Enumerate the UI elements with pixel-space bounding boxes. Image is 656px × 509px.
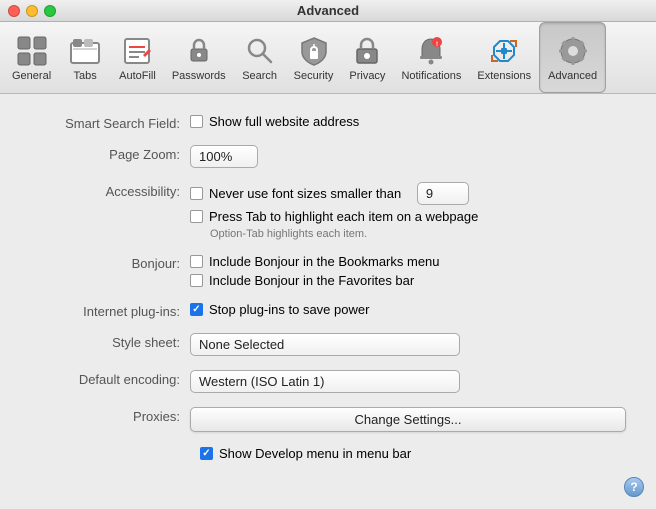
bonjour-label: Bonjour:	[30, 254, 190, 271]
bonjour-control: Include Bonjour in the Bookmarks menu In…	[190, 254, 626, 288]
stylesheet-label: Style sheet:	[30, 333, 190, 350]
proxies-row: Proxies: Change Settings...	[30, 407, 626, 432]
fontsize-checkbox[interactable]	[190, 187, 203, 200]
develop-menu-label: Show Develop menu in menu bar	[219, 446, 411, 461]
develop-menu-row: Show Develop menu in menu bar	[200, 446, 626, 461]
stop-plugins-row: Stop plug-ins to save power	[190, 302, 626, 317]
accessibility-control: Never use font sizes smaller than 9 10 1…	[190, 182, 626, 240]
smart-search-checkbox[interactable]	[190, 115, 203, 128]
bonjour-bookmarks-checkbox[interactable]	[190, 255, 203, 268]
minimize-button[interactable]	[26, 5, 38, 17]
fontsize-row: Never use font sizes smaller than 9 10 1…	[190, 182, 626, 205]
stylesheet-row: Style sheet: None Selected	[30, 333, 626, 356]
security-icon	[298, 35, 330, 67]
notifications-label: Notifications	[401, 70, 461, 82]
search-label: Search	[242, 70, 277, 82]
proxies-label: Proxies:	[30, 407, 190, 424]
stylesheet-wrapper: None Selected	[190, 333, 626, 356]
security-label: Security	[294, 70, 334, 82]
page-zoom-row: Page Zoom: 75% 85% 100% 115% 125% 150% 1…	[30, 145, 626, 168]
extensions-label: Extensions	[477, 70, 531, 82]
smart-search-row: Smart Search Field: Show full website ad…	[30, 114, 626, 131]
toolbar: General Tabs AutoFill	[0, 22, 656, 94]
encoding-row: Default encoding: Western (ISO Latin 1) …	[30, 370, 626, 393]
toolbar-item-autofill[interactable]: AutoFill	[111, 22, 164, 93]
bonjour-bookmarks-row: Include Bonjour in the Bookmarks menu	[190, 254, 626, 269]
plugins-row: Internet plug-ins: Stop plug-ins to save…	[30, 302, 626, 319]
close-button[interactable]	[8, 5, 20, 17]
extensions-icon	[488, 35, 520, 67]
tabs-icon	[69, 35, 101, 67]
privacy-icon	[351, 35, 383, 67]
autofill-label: AutoFill	[119, 70, 156, 82]
accessibility-row: Accessibility: Never use font sizes smal…	[30, 182, 626, 240]
stop-plugins-checkbox[interactable]	[190, 303, 203, 316]
notifications-icon: !	[415, 35, 447, 67]
page-zoom-select[interactable]: 75% 85% 100% 115% 125% 150% 175% 200%	[190, 145, 258, 168]
general-label: General	[12, 70, 51, 82]
bonjour-row: Bonjour: Include Bonjour in the Bookmark…	[30, 254, 626, 288]
encoding-select[interactable]: Western (ISO Latin 1) Unicode (UTF-8)	[190, 370, 460, 393]
toolbar-item-tabs[interactable]: Tabs	[59, 22, 111, 93]
encoding-control: Western (ISO Latin 1) Unicode (UTF-8)	[190, 370, 626, 393]
proxies-control: Change Settings...	[190, 407, 626, 432]
page-zoom-control: 75% 85% 100% 115% 125% 150% 175% 200%	[190, 145, 626, 168]
passwords-label: Passwords	[172, 70, 226, 82]
advanced-icon	[557, 35, 589, 67]
tabs-label: Tabs	[74, 70, 97, 82]
plugins-label: Internet plug-ins:	[30, 302, 190, 319]
general-icon	[16, 35, 48, 67]
fontsize-wrapper: 9 10 11 12 14 16 18 24	[417, 182, 469, 205]
traffic-lights	[8, 5, 56, 17]
smart-search-checkbox-row: Show full website address	[190, 114, 626, 129]
encoding-wrapper: Western (ISO Latin 1) Unicode (UTF-8)	[190, 370, 626, 393]
tab-highlight-hint: Option-Tab highlights each item.	[210, 228, 626, 240]
toolbar-item-security[interactable]: Security	[286, 22, 342, 93]
passwords-icon	[183, 35, 215, 67]
proxies-button[interactable]: Change Settings...	[190, 407, 626, 432]
bonjour-favorites-row: Include Bonjour in the Favorites bar	[190, 273, 626, 288]
privacy-label: Privacy	[349, 70, 385, 82]
accessibility-label: Accessibility:	[30, 182, 190, 199]
smart-search-control: Show full website address	[190, 114, 626, 129]
page-zoom-label: Page Zoom:	[30, 145, 190, 162]
stop-plugins-label: Stop plug-ins to save power	[209, 302, 369, 317]
encoding-label: Default encoding:	[30, 370, 190, 387]
tab-highlight-label: Press Tab to highlight each item on a we…	[209, 209, 478, 224]
advanced-label: Advanced	[548, 70, 597, 82]
toolbar-item-extensions[interactable]: Extensions	[469, 22, 539, 93]
toolbar-item-general[interactable]: General	[4, 22, 59, 93]
tab-highlight-checkbox[interactable]	[190, 210, 203, 223]
bonjour-bookmarks-label: Include Bonjour in the Bookmarks menu	[209, 254, 440, 269]
smart-search-checkbox-label: Show full website address	[209, 114, 359, 129]
svg-text:!: !	[436, 42, 438, 48]
stylesheet-select[interactable]: None Selected	[190, 333, 460, 356]
search-icon	[244, 35, 276, 67]
toolbar-item-advanced[interactable]: Advanced	[539, 22, 606, 93]
tab-highlight-row: Press Tab to highlight each item on a we…	[190, 209, 626, 224]
titlebar: Advanced	[0, 0, 656, 22]
bonjour-favorites-label: Include Bonjour in the Favorites bar	[209, 273, 414, 288]
bonjour-favorites-checkbox[interactable]	[190, 274, 203, 287]
develop-menu-checkbox[interactable]	[200, 447, 213, 460]
toolbar-item-privacy[interactable]: Privacy	[341, 22, 393, 93]
fontsize-label: Never use font sizes smaller than	[209, 186, 401, 201]
page-zoom-wrapper: 75% 85% 100% 115% 125% 150% 175% 200%	[190, 145, 626, 168]
toolbar-item-search[interactable]: Search	[234, 22, 286, 93]
smart-search-label: Smart Search Field:	[30, 114, 190, 131]
maximize-button[interactable]	[44, 5, 56, 17]
help-icon: ?	[630, 480, 637, 494]
window-title: Advanced	[297, 3, 359, 18]
fontsize-select[interactable]: 9 10 11 12 14 16 18 24	[417, 182, 469, 205]
stylesheet-control: None Selected	[190, 333, 626, 356]
help-button[interactable]: ?	[624, 477, 644, 497]
plugins-control: Stop plug-ins to save power	[190, 302, 626, 317]
autofill-icon	[121, 35, 153, 67]
main-content: Smart Search Field: Show full website ad…	[0, 94, 656, 509]
toolbar-item-passwords[interactable]: Passwords	[164, 22, 234, 93]
toolbar-item-notifications[interactable]: ! Notifications	[393, 22, 469, 93]
